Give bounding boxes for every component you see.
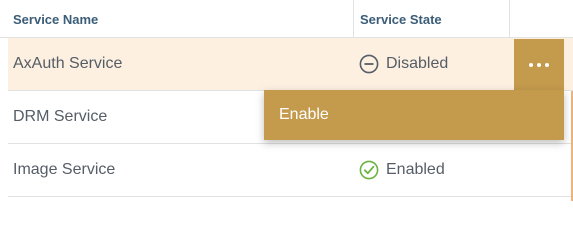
column-header-service-name[interactable]: Service Name: [0, 0, 353, 38]
menu-item-enable[interactable]: Enable: [264, 90, 564, 140]
service-state-label: Enabled: [386, 161, 445, 178]
column-header-service-state[interactable]: Service State: [353, 0, 509, 38]
table-row[interactable]: Image Service Enabled: [8, 144, 573, 197]
service-state: Disabled: [359, 38, 448, 90]
check-circle-icon: [359, 160, 379, 180]
service-name: DRM Service: [13, 108, 108, 125]
service-name: Image Service: [13, 161, 116, 178]
service-state: Enabled: [359, 144, 445, 196]
column-header-actions: [509, 0, 573, 38]
actions-dropdown-menu: Enable: [264, 90, 564, 140]
more-actions-button[interactable]: [514, 39, 564, 90]
table-header: Service Name Service State: [0, 0, 573, 38]
service-state-label: Disabled: [386, 55, 449, 72]
more-horizontal-icon: [529, 62, 549, 67]
minus-circle-icon: [359, 54, 379, 74]
service-name: AxAuth Service: [13, 55, 123, 72]
table-row[interactable]: AxAuth Service Disabled: [8, 38, 573, 91]
